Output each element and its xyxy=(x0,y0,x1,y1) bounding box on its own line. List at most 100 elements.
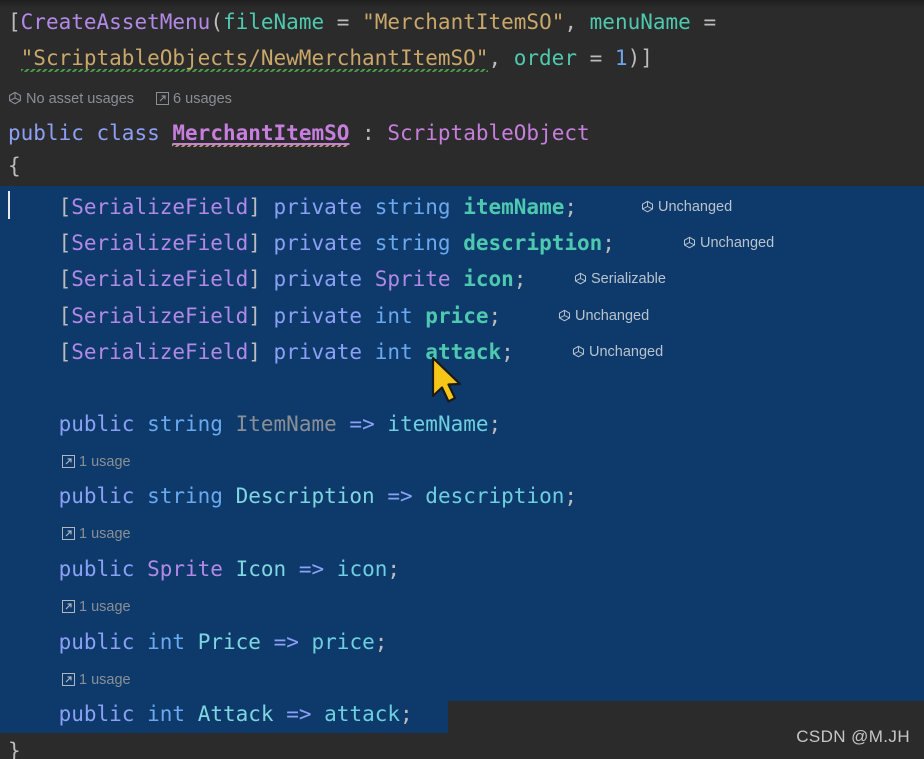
code-editor[interactable]: [CreateAssetMenu(fileName = "MerchantIte… xyxy=(0,0,924,759)
code-line-open-brace[interactable]: { xyxy=(0,148,924,184)
code-line-close-brace[interactable]: } xyxy=(0,733,924,759)
code-line-property[interactable]: public Sprite Icon => icon; xyxy=(0,551,924,587)
token: ; xyxy=(387,557,401,581)
token-keyword: public xyxy=(8,121,84,145)
token-field-name: attack xyxy=(425,340,502,364)
asset-usages-label: No asset usages xyxy=(26,91,135,107)
field-badge[interactable]: Serializable xyxy=(574,266,666,292)
token-identifier: description xyxy=(425,484,565,508)
field-badge-label: Unchanged xyxy=(575,308,650,324)
token-property-name: Description xyxy=(235,484,375,508)
token-brace: } xyxy=(8,739,21,759)
code-line[interactable]: "ScriptableObjects/NewMerchantItemSO", o… xyxy=(0,40,924,76)
asset-usages-link[interactable]: No asset usages xyxy=(8,86,134,114)
token-keyword: public xyxy=(58,630,135,654)
usages-link[interactable]: 6 usages xyxy=(156,86,232,114)
token: [ xyxy=(8,231,72,255)
token-identifier: itemName xyxy=(387,412,489,436)
code-line-field[interactable]: [SerializeField] private int price; xyxy=(0,298,924,334)
field-badge[interactable]: Unchanged xyxy=(572,339,663,365)
token-keyword: private xyxy=(273,231,363,255)
field-badge-label: Unchanged xyxy=(658,199,733,215)
token: = xyxy=(690,10,717,34)
token-field-name: description xyxy=(463,231,603,255)
token-keyword: public xyxy=(58,412,135,436)
field-badge-label: Unchanged xyxy=(589,344,664,360)
token-keyword: public xyxy=(58,557,135,581)
field-badge[interactable]: Unchanged xyxy=(641,194,732,220)
code-vision-usage[interactable]: 1 usage xyxy=(62,667,131,693)
token-type: int xyxy=(374,304,413,328)
token-type: string xyxy=(374,231,451,255)
field-badge[interactable]: Unchanged xyxy=(683,230,774,256)
usage-arrow-icon xyxy=(62,523,75,549)
token-type: Sprite xyxy=(374,267,451,291)
code-line-field[interactable]: [SerializeField] private Sprite icon; xyxy=(0,261,924,297)
token-type: string xyxy=(147,412,223,436)
token-identifier: price xyxy=(311,630,375,654)
code-line-property[interactable]: public string ItemName => itemName; xyxy=(0,406,924,442)
field-badge[interactable]: Unchanged xyxy=(558,303,649,329)
token-type: int xyxy=(374,340,413,364)
unity-logo-icon xyxy=(574,268,587,294)
token-class-name: MerchantItemSO xyxy=(172,121,350,147)
token-keyword: class xyxy=(96,121,160,145)
token-field-name: price xyxy=(425,304,489,328)
token-attribute-name: SerializeField xyxy=(71,304,249,328)
token-keyword: private xyxy=(273,267,363,291)
usage-arrow-icon xyxy=(62,669,75,695)
code-line[interactable]: [CreateAssetMenu(fileName = "MerchantIte… xyxy=(0,4,924,40)
field-badge-label: Serializable xyxy=(591,271,666,287)
code-line-class-declaration[interactable]: public class MerchantItemSO : Scriptable… xyxy=(0,115,924,151)
code-vision-usage[interactable]: 1 usage xyxy=(62,449,131,475)
usage-arrow-icon xyxy=(62,451,75,477)
unity-logo-icon xyxy=(8,88,22,114)
token: ; xyxy=(374,630,388,654)
token: [ xyxy=(8,304,72,328)
token: = xyxy=(324,10,363,34)
unity-logo-icon xyxy=(641,196,654,222)
code-line-property[interactable]: public int Price => price; xyxy=(0,624,924,660)
code-line-property[interactable]: public string Description => description… xyxy=(0,478,924,514)
code-vision-usage[interactable]: 1 usage xyxy=(62,594,131,620)
token-attribute-name: CreateAssetMenu xyxy=(20,10,211,34)
code-line-field[interactable]: [SerializeField] private int attack; xyxy=(0,334,924,370)
token: ; xyxy=(602,231,615,255)
token: ; xyxy=(564,195,578,219)
token-type: Sprite xyxy=(147,557,223,581)
token-lambda-arrow: => xyxy=(273,630,299,654)
code-line-field[interactable]: [SerializeField] private string itemName… xyxy=(0,189,924,225)
code-line-field[interactable]: [SerializeField] private string descript… xyxy=(0,225,924,261)
token-property-name: ItemName xyxy=(235,412,337,436)
token-keyword: private xyxy=(273,195,363,219)
token: [ xyxy=(8,195,72,219)
token-attribute-name: SerializeField xyxy=(71,340,249,364)
token: ; xyxy=(513,267,527,291)
token-property-name: Attack xyxy=(197,702,274,726)
token-string: "MerchantItemSO" xyxy=(362,10,565,34)
code-line-property[interactable]: public int Attack => attack; xyxy=(0,696,924,732)
token-attribute-name: SerializeField xyxy=(71,195,249,219)
token-parameter: menuName xyxy=(589,10,691,34)
token-brace: { xyxy=(8,154,21,178)
token: = xyxy=(576,46,615,70)
code-vision-usage[interactable]: 1 usage xyxy=(62,521,131,547)
